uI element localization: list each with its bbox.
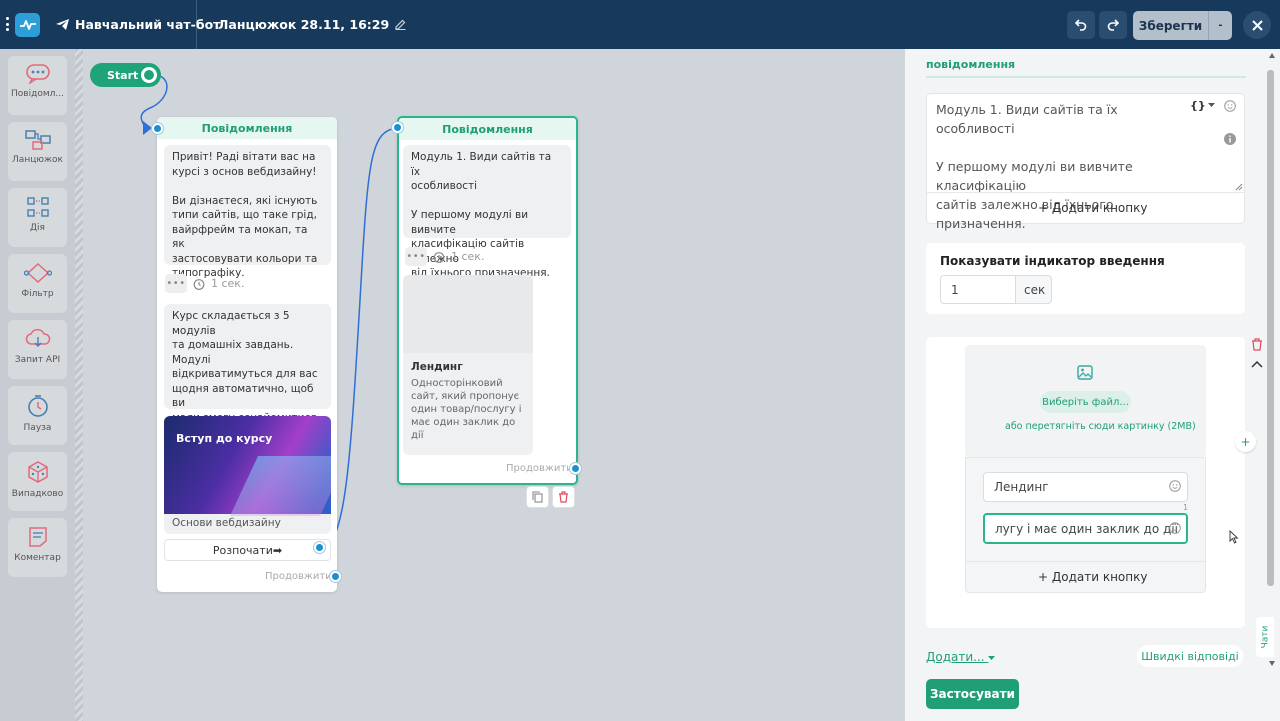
course-cover-image: Вступ до курсу <box>164 416 331 516</box>
delete-node-button[interactable] <box>552 486 575 508</box>
node-input-port[interactable] <box>392 122 403 133</box>
char-counter: 1 <box>1183 503 1189 512</box>
mouse-cursor-icon <box>1229 530 1239 544</box>
cover-title: Вступ до курсу <box>176 432 273 445</box>
card-caption: Основи вебдизайну <box>172 517 281 529</box>
close-icon <box>1251 19 1263 31</box>
card-title-input[interactable]: Лендинг <box>983 472 1188 502</box>
continue-label: Продовжити <box>265 571 332 582</box>
apply-button[interactable]: Застосувати <box>926 679 1019 709</box>
chevron-down-icon <box>988 656 996 660</box>
delay-value: 1 сек. <box>211 277 245 290</box>
editor-divider <box>926 192 1245 193</box>
continue-label: Продовжити <box>506 463 573 474</box>
card-description-value: лугу і має один заклик до дії <box>995 521 1178 536</box>
node-header: Повідомлення <box>157 117 337 139</box>
delay-value: 1 сек. <box>451 250 485 263</box>
gallery-card: Лендинг Односторінковий сайт, який пропо… <box>403 275 533 455</box>
card-image-placeholder <box>403 275 533 353</box>
button-output-port[interactable] <box>314 542 325 553</box>
info-icon[interactable] <box>1224 133 1236 145</box>
add-more-label: Додати... <box>926 650 985 664</box>
start-node[interactable]: Start <box>90 63 161 87</box>
continue-output-port[interactable] <box>330 571 341 582</box>
redo-button[interactable] <box>1099 11 1127 39</box>
chevron-up-icon[interactable] <box>1251 360 1263 368</box>
emoji-icon[interactable] <box>1169 480 1181 492</box>
close-button[interactable] <box>1243 11 1271 39</box>
card-title-value: Лендинг <box>994 480 1049 494</box>
chats-tab-label: Чати <box>1260 625 1270 649</box>
variables-label: {} <box>1190 99 1206 112</box>
node-header: Повідомлення <box>399 118 576 140</box>
message-bubble: Курс складається з 5 модулів та домашніх… <box>164 304 331 467</box>
clock-icon <box>193 278 205 290</box>
add-button-link[interactable]: + Додати кнопку <box>1038 201 1147 215</box>
clock-icon <box>433 251 445 263</box>
add-card-button-link[interactable]: + Додати кнопку <box>1038 570 1147 584</box>
panel-section-title: повідомлення <box>926 58 1016 71</box>
more-options-button[interactable]: ••• <box>405 247 427 266</box>
typing-indicator-label: Показувати індикатор введення <box>940 254 1165 268</box>
card-divider <box>965 561 1206 562</box>
start-course-button[interactable]: Розпочати➡ <box>164 539 331 561</box>
duplicate-node-button[interactable] <box>526 486 549 508</box>
continue-output-port[interactable] <box>570 463 581 474</box>
node-input-port[interactable] <box>152 123 163 134</box>
image-card: Вступ до курсу Основи вебдизайну <box>164 416 331 534</box>
start-arrow-icon <box>143 121 152 135</box>
trash-icon <box>559 491 568 503</box>
undo-button[interactable] <box>1067 11 1095 39</box>
quick-replies-button[interactable]: Швидкі відповіді <box>1137 645 1243 667</box>
delay-row: ••• 1 сек. <box>405 247 484 266</box>
emoji-icon[interactable] <box>1169 522 1181 534</box>
redo-icon <box>1107 19 1119 31</box>
drag-hint: або перетягніть сюди картинку (2MB) <box>1005 421 1196 432</box>
scroll-up-arrow-icon[interactable] <box>1269 53 1275 58</box>
start-course-button-label: Розпочати➡ <box>212 543 283 557</box>
choose-file-button[interactable]: Виберіть файл... <box>1040 391 1131 413</box>
panel-scrollbar[interactable] <box>1267 70 1274 586</box>
variables-button[interactable]: {} <box>1190 99 1215 112</box>
card-description-input[interactable]: лугу і має один заклик до дії <box>983 513 1188 544</box>
start-node-port[interactable] <box>141 67 157 83</box>
card-description: Односторінковий сайт, який пропонує один… <box>411 378 522 441</box>
message-bubble: Модуль 1. Види сайтів та їх особливості … <box>403 145 571 279</box>
card-title: Лендинг <box>411 361 463 373</box>
image-icon <box>1077 365 1093 380</box>
add-card-plus-button[interactable]: + <box>1235 431 1256 452</box>
trash-icon[interactable] <box>1251 338 1263 351</box>
save-dropdown-button[interactable]: - <box>1208 11 1232 40</box>
start-node-label: Start <box>107 68 139 82</box>
delay-row: ••• 1 сек. <box>165 274 244 293</box>
panel-title-underline <box>926 76 1246 78</box>
save-button[interactable]: Зберегти - <box>1133 11 1232 40</box>
add-more-dropdown[interactable]: Додати... <box>926 650 996 664</box>
scroll-down-arrow-icon[interactable] <box>1269 661 1275 666</box>
resize-handle-icon[interactable] <box>1235 183 1243 191</box>
chevron-down-icon <box>1207 103 1215 107</box>
emoji-icon[interactable] <box>1224 100 1236 112</box>
message-bubble: Привіт! Раді вітати вас на курсі з основ… <box>164 145 331 279</box>
chats-tab[interactable]: Чати <box>1256 617 1274 657</box>
typing-duration-input[interactable]: 1 <box>940 275 1016 304</box>
undo-icon <box>1075 19 1087 31</box>
typing-unit-label: сек <box>1015 275 1052 304</box>
more-options-button[interactable]: ••• <box>165 274 187 293</box>
save-button-label: Зберегти <box>1138 18 1203 33</box>
copy-icon <box>532 491 543 503</box>
